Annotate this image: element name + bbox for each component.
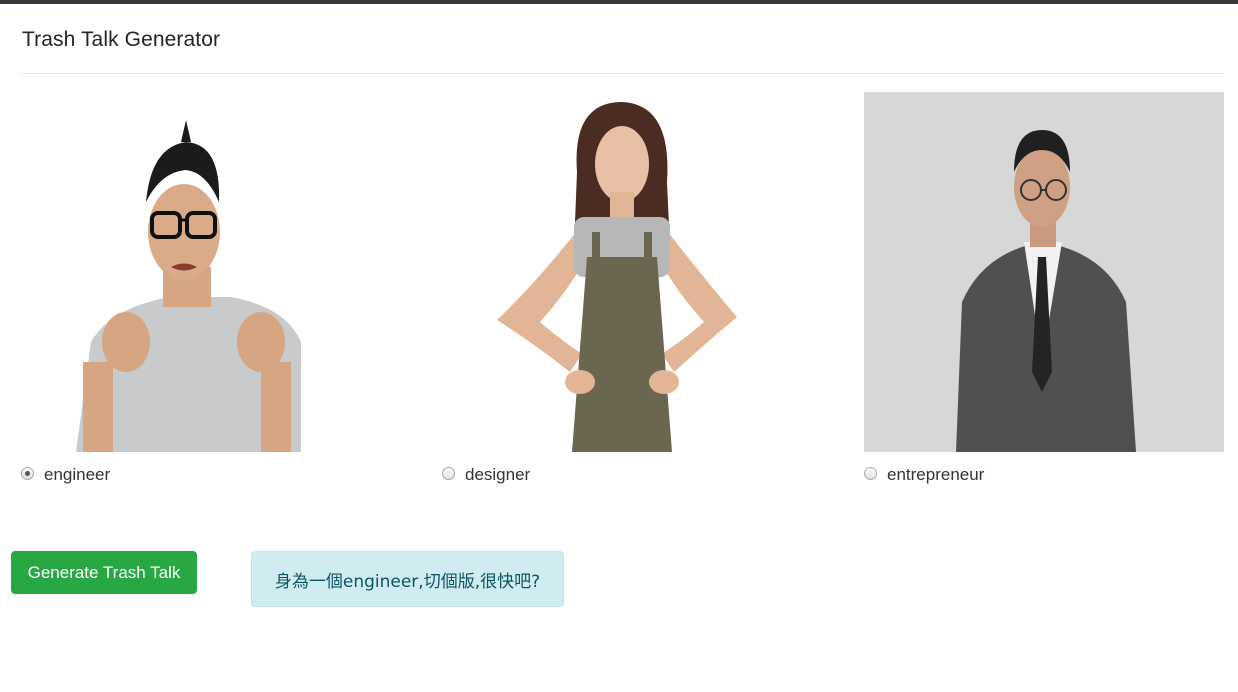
engineer-photo[interactable] bbox=[21, 92, 381, 452]
engineer-label: engineer bbox=[44, 465, 111, 484]
top-bar bbox=[0, 0, 1238, 4]
generate-trash-talk-button[interactable]: Generate Trash Talk bbox=[11, 551, 197, 594]
entrepreneur-photo[interactable] bbox=[864, 92, 1224, 452]
trash-talk-result: 身為一個engineer,切個版,很快吧? bbox=[251, 551, 564, 607]
role-option-designer[interactable]: designer bbox=[442, 462, 530, 488]
designer-label: designer bbox=[465, 465, 531, 484]
header-divider bbox=[21, 73, 1224, 74]
role-option-entrepreneur[interactable]: entrepreneur bbox=[864, 462, 984, 488]
entrepreneur-radio[interactable] bbox=[864, 466, 877, 480]
entrepreneur-label: entrepreneur bbox=[887, 465, 985, 484]
page-title: Trash Talk Generator bbox=[22, 28, 221, 51]
engineer-radio[interactable] bbox=[21, 466, 34, 480]
designer-photo[interactable] bbox=[442, 92, 802, 452]
designer-radio[interactable] bbox=[442, 466, 455, 480]
role-option-engineer[interactable]: engineer bbox=[21, 462, 110, 488]
